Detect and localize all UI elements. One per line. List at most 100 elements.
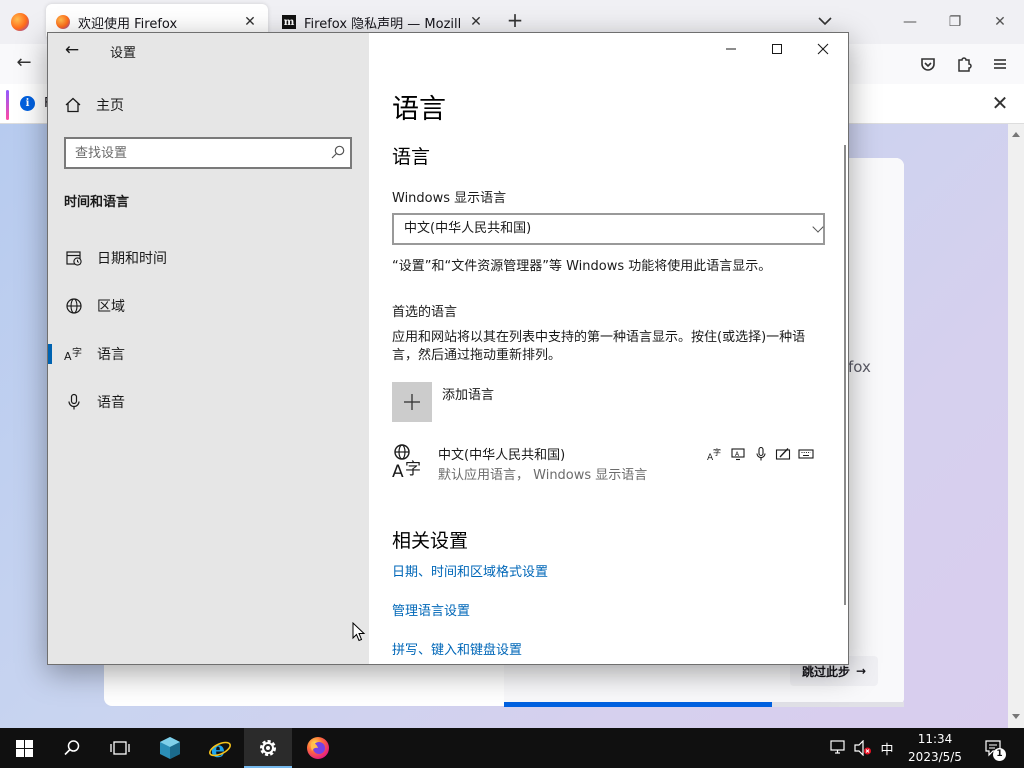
back-arrow-icon[interactable]: ← bbox=[60, 39, 84, 63]
back-arrow-icon[interactable]: ← bbox=[12, 52, 36, 76]
minimize-button[interactable] bbox=[708, 33, 754, 65]
preferred-languages-description: 应用和网站将以其在列表中支持的第一种语言显示。按住(或选择)一种语言，然后通过拖… bbox=[392, 330, 806, 363]
section-title: 时间和语言 bbox=[64, 195, 130, 210]
internet-explorer-button[interactable]: e bbox=[196, 728, 244, 768]
volume-muted-icon bbox=[854, 740, 871, 756]
related-settings-title: 相关设置 bbox=[392, 530, 469, 552]
close-button[interactable] bbox=[800, 33, 846, 65]
ime-indicator[interactable]: 中 bbox=[876, 728, 898, 768]
svg-text:A: A bbox=[392, 462, 404, 481]
list-all-tabs-icon[interactable] bbox=[816, 12, 834, 30]
minimize-icon bbox=[726, 48, 736, 50]
network-tray-button[interactable] bbox=[828, 728, 850, 768]
home-icon bbox=[65, 97, 81, 113]
firefox-taskbar-button[interactable] bbox=[294, 728, 342, 768]
extensions-icon[interactable] bbox=[954, 54, 974, 74]
search-icon[interactable] bbox=[330, 144, 346, 160]
date-time-region-link[interactable]: 日期、时间和区域格式设置 bbox=[392, 561, 548, 580]
plus-icon bbox=[404, 394, 420, 410]
display-language-label: Windows 显示语言 bbox=[392, 191, 507, 206]
language-icon: A字 bbox=[64, 344, 84, 364]
firefox-close-button[interactable]: ✕ bbox=[988, 10, 1012, 34]
pocket-icon[interactable] bbox=[918, 54, 938, 74]
server-manager-button[interactable] bbox=[146, 728, 194, 768]
hamburger-menu-icon[interactable] bbox=[990, 54, 1010, 74]
settings-sidebar: ← 设置 主页 时间和语言 日期和时间 区域 A字 bbox=[48, 33, 369, 664]
search-box[interactable] bbox=[64, 137, 352, 169]
firefox-scrollbar[interactable] bbox=[1008, 124, 1024, 728]
language-list-item[interactable]: A 字 中文(中华人民共和国) 默认应用语言， Windows 显示语言 A字 … bbox=[392, 437, 825, 487]
notification-accent bbox=[6, 90, 9, 120]
maximize-icon bbox=[772, 44, 782, 54]
display-language-dropdown[interactable]: 中文(中华人民共和国) bbox=[392, 213, 825, 245]
close-tab-icon[interactable]: ✕ bbox=[468, 14, 484, 30]
language-subtitle: 默认应用语言， Windows 显示语言 bbox=[438, 468, 648, 483]
scroll-down-icon[interactable] bbox=[1012, 714, 1020, 719]
tab-title: 欢迎使用 Firefox bbox=[78, 16, 178, 32]
sidebar-item-label: 日期和时间 bbox=[97, 251, 167, 267]
settings-window: ← 设置 主页 时间和语言 日期和时间 区域 A字 bbox=[47, 32, 849, 665]
sidebar-item-speech[interactable]: 语音 bbox=[48, 382, 369, 422]
firefox-icon bbox=[307, 737, 329, 759]
sidebar-item-date-time[interactable]: 日期和时间 bbox=[48, 238, 369, 278]
firefox-menu-icon[interactable] bbox=[11, 13, 29, 31]
spelling-typing-keyboard-link[interactable]: 拼写、键入和键盘设置 bbox=[392, 639, 522, 658]
manage-language-link[interactable]: 管理语言设置 bbox=[392, 600, 470, 619]
svg-text:字: 字 bbox=[405, 459, 421, 478]
preferred-languages-title: 首选的语言 bbox=[392, 305, 458, 320]
search-button[interactable] bbox=[48, 728, 96, 768]
maximize-button[interactable] bbox=[754, 33, 800, 65]
new-tab-button[interactable]: + bbox=[504, 10, 526, 32]
onboarding-progress-fill bbox=[504, 702, 772, 707]
start-button[interactable] bbox=[0, 728, 48, 768]
sidebar-item-region[interactable]: 区域 bbox=[48, 286, 369, 326]
window-controls bbox=[708, 33, 848, 65]
svg-text:A: A bbox=[64, 350, 72, 363]
language-glyph-icon: A 字 bbox=[392, 444, 421, 481]
firefox-minimize-button[interactable]: — bbox=[898, 10, 922, 34]
close-icon bbox=[817, 43, 829, 55]
globe-icon bbox=[64, 296, 84, 316]
gear-icon bbox=[260, 740, 276, 756]
add-language-label[interactable]: 添加语言 bbox=[442, 384, 494, 403]
settings-taskbar-button[interactable] bbox=[244, 728, 292, 768]
search-icon bbox=[64, 740, 80, 756]
firefox-restore-button[interactable]: ❐ bbox=[943, 10, 967, 34]
sidebar-item-language[interactable]: A字 语言 bbox=[48, 334, 369, 374]
svg-text:字: 字 bbox=[72, 346, 82, 359]
firefox-favicon-icon bbox=[56, 15, 70, 29]
display-language-description: “设置”和“文件资源管理器”等 Windows 功能将使用此语言显示。 bbox=[392, 259, 772, 274]
handwriting-icon bbox=[774, 445, 792, 463]
tab-title: Firefox 隐私声明 — Mozilla bbox=[304, 16, 460, 32]
task-view-button[interactable] bbox=[96, 728, 144, 768]
content-scrollbar[interactable] bbox=[844, 145, 846, 605]
add-language-button[interactable] bbox=[392, 382, 432, 422]
mozilla-favicon-icon: m bbox=[282, 15, 296, 29]
settings-content: 语言 语言 Windows 显示语言 中文(中华人民共和国) “设置”和“文件资… bbox=[369, 33, 848, 664]
system-clock[interactable]: 11:34 2023/5/5 bbox=[898, 730, 972, 766]
display-icon: A bbox=[729, 445, 747, 463]
network-icon bbox=[830, 740, 845, 754]
notification-count-badge: 1 bbox=[993, 748, 1006, 761]
sidebar-item-label: 语音 bbox=[97, 395, 125, 411]
clock-date: 2023/5/5 bbox=[908, 750, 962, 764]
app-title: 设置 bbox=[110, 46, 137, 61]
clock-time: 11:34 bbox=[917, 732, 953, 746]
close-tab-icon[interactable]: ✕ bbox=[242, 14, 258, 30]
home-nav-item[interactable]: 主页 bbox=[64, 95, 124, 115]
skip-label: 跳过此步 bbox=[801, 664, 850, 679]
server-manager-icon bbox=[160, 737, 180, 759]
language-section-title: 语言 bbox=[392, 146, 431, 168]
volume-tray-button[interactable] bbox=[852, 728, 874, 768]
arrow-right-icon: → bbox=[855, 664, 867, 678]
info-icon: i bbox=[20, 96, 35, 111]
language-pack-icon: A字 bbox=[706, 445, 724, 463]
sidebar-item-label: 区域 bbox=[97, 299, 125, 315]
taskbar: e 中 11:34 2023/5/5 bbox=[0, 728, 1024, 768]
calendar-icon bbox=[64, 248, 84, 268]
scroll-up-icon[interactable] bbox=[1012, 132, 1020, 137]
search-input[interactable] bbox=[66, 139, 316, 167]
notification-close-icon[interactable]: ✕ bbox=[988, 92, 1012, 116]
page-title: 语言 bbox=[392, 94, 446, 125]
welcome-card-text: fox bbox=[848, 358, 871, 376]
